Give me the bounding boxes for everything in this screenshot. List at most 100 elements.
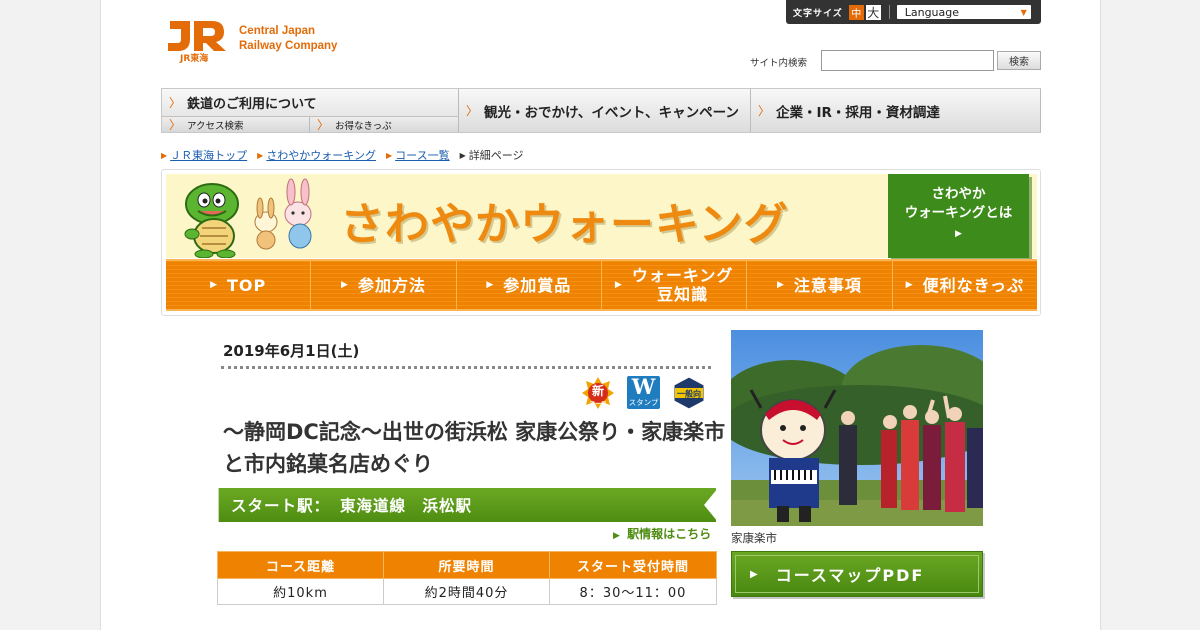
nav-access-search[interactable]: 〉 アクセス検索 xyxy=(162,117,310,132)
nav-railway[interactable]: 〉 鉄道のご利用について xyxy=(162,89,458,117)
triangle-right-icon: ▶ xyxy=(210,279,218,290)
w-stamp-badge-label: スタンプ xyxy=(628,398,659,407)
walking-nav-top-label: TOP xyxy=(227,275,267,295)
event-date: 2019年6月1日(土) xyxy=(223,342,360,360)
new-badge-text: 新 xyxy=(592,383,604,398)
triangle-right-icon: ▶ xyxy=(161,150,168,160)
course-map-pdf-label: コースマップPDF xyxy=(775,566,925,585)
triangle-right-icon: ▶ xyxy=(777,279,785,290)
walking-nav-top[interactable]: ▶ TOP xyxy=(166,261,312,309)
photo-caption: 家康楽市 xyxy=(731,531,777,545)
triangle-right-icon: ▶ xyxy=(614,279,623,290)
triangle-right-icon: ▶ xyxy=(385,150,393,160)
general-audience-badge-icon: 一般向 xyxy=(673,376,705,410)
ribbon-notch xyxy=(704,488,718,522)
walking-nav: ▶ TOP ▶ 参加方法 ▶ 参加賞品 ▶ ウォーキング 豆知識 ▶ 注意事項 xyxy=(166,259,1037,311)
walking-title: さわやかウォーキング xyxy=(340,199,789,250)
breadcrumb-current: 詳細ページ xyxy=(468,149,524,162)
new-course-badge-icon: 新 コース xyxy=(582,377,614,409)
font-size-medium-button[interactable]: 中 xyxy=(848,4,864,20)
font-size-large-button[interactable]: 大 xyxy=(865,4,881,20)
event-title: ～静岡DC記念～出世の街浜松 家康公祭り・家康楽市と市内銘菓名店めぐり xyxy=(223,420,726,476)
triangle-right-icon: ▶ xyxy=(486,279,495,290)
mascot-illustration xyxy=(184,178,312,258)
nav-discount-tickets[interactable]: 〉 お得なきっぷ xyxy=(310,117,458,132)
global-nav: 〉 鉄道のご利用について 〉 アクセス検索 〉 お得なきっぷ 〉 観光・おでかけ… xyxy=(161,88,1041,133)
site-search-label: サイト内検索 xyxy=(750,58,808,69)
walking-nav-prizes[interactable]: ▶ 参加賞品 xyxy=(456,261,602,309)
walking-hero: さわやかウォーキング さわやか ウォーキングとは ▶ xyxy=(166,174,1037,258)
company-name-line2: Railway Company xyxy=(239,40,338,52)
chevron-down-icon: ▼ xyxy=(1020,7,1027,17)
dotted-divider xyxy=(221,366,711,369)
site-search-input[interactable] xyxy=(821,50,994,71)
nav-access-search-label: アクセス検索 xyxy=(187,120,244,132)
nav-corporate-label: 企業・IR・採用・資材調達 xyxy=(776,104,940,121)
table-cell-duration: 約2時間40分 xyxy=(383,578,550,605)
triangle-right-icon: ▶ xyxy=(955,229,962,239)
walking-banner: さわやかウォーキング さわやか ウォーキングとは ▶ ▶ TOP ▶ 参加方法 … xyxy=(161,169,1041,316)
company-name: Central Japan Railway Company xyxy=(239,24,337,54)
table-header-duration: 所要時間 xyxy=(383,551,550,579)
new-badge-subtext: コース xyxy=(589,401,607,408)
triangle-right-icon: ▶ xyxy=(905,279,914,290)
jr-central-logo[interactable]: JR東海 Central Japan Railway Company xyxy=(166,17,346,65)
nav-railway-label: 鉄道のご利用について xyxy=(187,97,317,112)
breadcrumb-link-jr-top[interactable]: ＪＲ東海トップ xyxy=(170,147,247,163)
global-nav-railway-group: 〉 鉄道のご利用について 〉 アクセス検索 〉 お得なきっぷ xyxy=(162,89,459,132)
nav-sightseeing[interactable]: 〉 観光・おでかけ、イベント、キャンペーン xyxy=(459,89,751,132)
table-cell-start-time: 8：30～11：00 xyxy=(549,578,717,605)
walking-nav-how-to-join[interactable]: ▶ 参加方法 xyxy=(311,261,457,309)
search-button[interactable]: 検索 xyxy=(997,51,1041,70)
triangle-right-icon: ▶ xyxy=(613,531,620,541)
table-header-row: コース距離 所要時間 スタート受付時間 xyxy=(217,551,717,579)
walking-nav-prizes-label: 参加賞品 xyxy=(503,275,572,295)
nav-corporate[interactable]: 〉 企業・IR・採用・資材調達 xyxy=(751,89,1041,132)
chevron-right-icon: 〉 xyxy=(758,104,771,118)
start-station-bar: スタート駅： 東海道線 浜松駅 xyxy=(218,488,718,522)
course-badges: 新 コース W スタンプ 一般向 xyxy=(581,376,706,410)
jr-logo-icon: JR東海 xyxy=(168,21,226,63)
triangle-right-icon: ▶ xyxy=(341,279,349,290)
table-header-start-time: スタート受付時間 xyxy=(549,551,717,579)
utility-bar: 文字サイズ 中 大 Language ▼ xyxy=(786,0,1041,24)
start-station-name: 東海道線 浜松駅 xyxy=(340,497,473,515)
page: 文字サイズ 中 大 Language ▼ JR東海 Central Japan … xyxy=(100,0,1101,630)
chevron-right-icon: 〉 xyxy=(466,104,479,118)
chevron-right-icon: 〉 xyxy=(317,118,330,132)
table-cell-distance: 約10km xyxy=(217,578,384,605)
table-header-distance: コース距離 xyxy=(217,551,384,579)
w-stamp-badge: W スタンプ xyxy=(627,376,660,409)
breadcrumb-link-course-list[interactable]: コース一覧 xyxy=(395,147,449,163)
station-info-link[interactable]: ▶ 駅情報はこちら xyxy=(613,525,711,542)
w-stamp-badge-letter: W xyxy=(631,374,656,399)
about-walking-line1: さわやか xyxy=(931,186,986,202)
course-map-pdf-button[interactable]: ▶ コースマップPDF xyxy=(731,551,983,597)
company-name-line1: Central Japan xyxy=(239,25,316,37)
triangle-right-icon: ▶ xyxy=(257,150,264,160)
course-info-table: コース距離 所要時間 スタート受付時間 約10km 約2時間40分 8：30～1… xyxy=(217,551,717,605)
about-walking-line2: ウォーキングとは xyxy=(904,205,1013,221)
divider xyxy=(888,5,890,19)
walking-nav-precautions-label: 注意事項 xyxy=(793,275,862,295)
walking-nav-trivia-line2: 豆知識 xyxy=(657,285,709,304)
about-walking-button[interactable]: さわやか ウォーキングとは ▶ xyxy=(888,174,1029,258)
walking-nav-precautions[interactable]: ▶ 注意事項 xyxy=(747,261,893,309)
nav-discount-tickets-label: お得なきっぷ xyxy=(335,120,392,132)
triangle-right-icon: ▶ xyxy=(750,568,760,580)
walking-nav-tickets[interactable]: ▶ 便利なきっぷ xyxy=(892,261,1037,309)
triangle-right-icon: ▶ xyxy=(459,150,466,160)
station-info-link-label: 駅情報はこちら xyxy=(627,527,712,541)
walking-nav-trivia-label: ウォーキング 豆知識 xyxy=(632,266,734,304)
breadcrumb-link-walking[interactable]: さわやかウォーキング xyxy=(266,147,376,163)
language-select-label: Language xyxy=(904,5,960,19)
jr-logo-text: JR東海 xyxy=(179,52,208,63)
walking-nav-trivia-line1: ウォーキング xyxy=(631,266,734,285)
general-badge-text: 一般向 xyxy=(677,389,701,399)
chevron-right-icon: 〉 xyxy=(169,118,182,132)
walking-nav-trivia[interactable]: ▶ ウォーキング 豆知識 xyxy=(601,261,748,309)
chevron-right-icon: 〉 xyxy=(169,96,182,110)
event-photo xyxy=(731,330,983,526)
start-station-label: スタート駅： xyxy=(231,497,331,515)
language-select[interactable]: Language ▼ xyxy=(896,5,1031,19)
